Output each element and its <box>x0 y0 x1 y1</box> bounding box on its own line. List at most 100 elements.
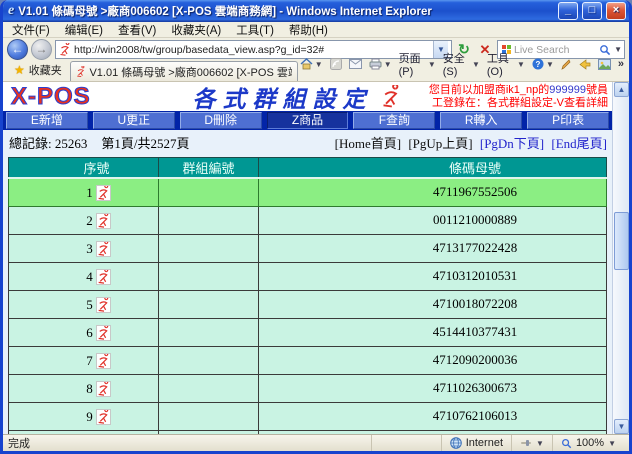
pgdn-link[interactable]: [PgDn下頁] <box>480 136 544 151</box>
maximize-button[interactable]: □ <box>582 2 602 20</box>
table-row-partial <box>9 430 607 434</box>
status-spacer-panel <box>371 435 441 451</box>
table-row: 3 4713177022428 <box>9 234 607 262</box>
edit-button[interactable] <box>561 59 572 70</box>
send-button[interactable] <box>579 59 591 70</box>
zone-label: Internet <box>466 437 503 449</box>
barcode-cell: 4710762106013 <box>259 402 607 430</box>
close-button[interactable]: × <box>606 2 626 20</box>
row-edit-icon[interactable] <box>96 241 111 257</box>
row-edit-icon[interactable] <box>96 213 111 229</box>
row-edit-icon[interactable] <box>96 325 111 341</box>
barcode-table: 序號 群組編號 條碼母號 1 4711967552506 2 001121000… <box>8 157 607 434</box>
nav-product-button[interactable]: Z商品 <box>267 112 349 129</box>
menu-help[interactable]: 帮助(H) <box>289 22 328 38</box>
tab-command-bar: ★ 收藏夹 V1.01 條碼母號 >廠商006602 [X-POS 雲端商...… <box>3 61 629 82</box>
table-row: 4 4710312010531 <box>9 262 607 290</box>
page-menu[interactable]: 页面(P)▼ <box>399 50 436 78</box>
site-favicon <box>59 43 71 56</box>
scroll-down-arrow[interactable]: ▼ <box>614 419 629 434</box>
home-icon <box>300 58 313 70</box>
favorites-button[interactable]: ★ 收藏夹 <box>6 60 70 81</box>
mascot-icon <box>381 85 401 109</box>
barcode-cell: 4514410377431 <box>259 318 607 346</box>
mail-button[interactable] <box>349 59 362 69</box>
table-row: 6 4514410377431 <box>9 318 607 346</box>
nav-add-button[interactable]: E新增 <box>6 112 88 129</box>
browser-window: e V1.01 條碼母號 >廠商006602 [X-POS 雲端商務網] - W… <box>0 0 632 454</box>
barcode-cell: 4710312010531 <box>259 262 607 290</box>
print-icon <box>369 58 382 70</box>
protected-mode-panel[interactable]: ▼ <box>511 435 552 451</box>
feeds-button[interactable] <box>330 58 342 70</box>
barcode-cell: 4712090200036 <box>259 346 607 374</box>
function-nav-bar: E新增 U更正 D刪除 Z商品 F查詢 R轉入 P印表 <box>3 111 612 130</box>
tools-menu[interactable]: 工具(O)▼ <box>487 50 525 78</box>
safety-menu[interactable]: 安全(S)▼ <box>443 50 480 78</box>
header-seq: 序號 <box>9 158 159 179</box>
tab-favicon <box>76 66 86 78</box>
home-button[interactable]: ▼ <box>300 58 323 70</box>
minimize-button[interactable]: _ <box>558 2 578 20</box>
favorites-label: 收藏夹 <box>29 62 62 78</box>
table-row: 8 4711026300673 <box>9 374 607 402</box>
table-header-row: 序號 群組編號 條碼母號 <box>9 158 607 179</box>
table-row: 2 0011210000889 <box>9 206 607 234</box>
favorites-star-icon: ★ <box>14 63 25 77</box>
scroll-up-arrow[interactable]: ▲ <box>614 82 629 97</box>
browser-viewport: X-POS 各式群組設定 您目前以加盟商ik1_np的999999號員工登錄在：… <box>3 82 629 434</box>
barcode-cell: 4713177022428 <box>259 234 607 262</box>
menu-file[interactable]: 文件(F) <box>12 22 50 38</box>
row-edit-icon[interactable] <box>96 409 111 425</box>
nav-query-button[interactable]: F查詢 <box>353 112 435 129</box>
command-bar: ▼ ▼ 页面(P)▼ <box>298 50 626 81</box>
end-page-link[interactable]: [End尾頁] <box>551 136 607 151</box>
record-info-line: 總記錄: 25263 第1頁/共2527頁 [Home首頁] [PgUp上頁] [… <box>3 130 612 154</box>
menu-view[interactable]: 查看(V) <box>118 22 156 38</box>
barcode-cell: 0011210000889 <box>259 206 607 234</box>
menu-bar: 文件(F) 编辑(E) 查看(V) 收藏夹(A) 工具(T) 帮助(H) <box>3 22 629 38</box>
login-info: 您目前以加盟商ik1_np的999999號員工登錄在：各式群組設定-V查看詳細 <box>422 84 608 110</box>
pencil-icon <box>561 59 572 70</box>
command-overflow-chevron[interactable]: » <box>618 58 624 70</box>
zoom-panel[interactable]: 100% ▼ <box>552 435 624 451</box>
forward-button[interactable]: → <box>31 39 52 60</box>
security-zone-panel: Internet <box>441 435 511 451</box>
employee-number: 999999 <box>549 84 586 96</box>
header-group: 群組編號 <box>159 158 259 179</box>
row-edit-icon[interactable] <box>96 353 111 369</box>
back-button[interactable]: ← <box>7 39 28 60</box>
row-edit-icon[interactable] <box>96 381 111 397</box>
menu-tools[interactable]: 工具(T) <box>236 22 274 38</box>
protected-mode-dropdown-icon[interactable]: ▼ <box>536 439 544 448</box>
menu-edit[interactable]: 编辑(E) <box>65 22 103 38</box>
menu-favorites[interactable]: 收藏夹(A) <box>171 22 221 38</box>
pgup-link[interactable]: [PgUp上頁] <box>408 136 472 151</box>
help-button[interactable]: ? ▼ <box>532 58 554 70</box>
nav-import-button[interactable]: R轉入 <box>440 112 522 129</box>
nav-delete-button[interactable]: D刪除 <box>180 112 262 129</box>
row-edit-icon[interactable] <box>96 185 111 201</box>
page-position: 第1頁/共2527頁 <box>101 136 189 151</box>
barcode-cell: 4710018072208 <box>259 290 607 318</box>
vertical-scrollbar[interactable]: ▲ ▼ <box>612 82 629 434</box>
picture-icon <box>598 59 611 70</box>
scroll-thumb[interactable] <box>614 212 629 270</box>
row-edit-icon[interactable] <box>96 297 111 313</box>
home-page-link[interactable]: [Home首頁] <box>335 136 401 151</box>
zoom-dropdown-icon[interactable]: ▼ <box>608 439 616 448</box>
print-button[interactable]: ▼ <box>369 58 392 70</box>
status-bar: 完成 Internet ▼ 100% ▼ <box>3 434 629 451</box>
picture-button[interactable] <box>598 59 611 70</box>
table-row: 7 4712090200036 <box>9 346 607 374</box>
browser-tab[interactable]: V1.01 條碼母號 >廠商006602 [X-POS 雲端商... <box>70 61 298 81</box>
nav-update-button[interactable]: U更正 <box>93 112 175 129</box>
table-row: 5 4710018072208 <box>9 290 607 318</box>
nav-print-button[interactable]: P印表 <box>527 112 609 129</box>
header-barcode: 條碼母號 <box>259 158 607 179</box>
xpos-logo: X-POS <box>11 83 171 111</box>
help-icon: ? <box>532 58 544 70</box>
row-edit-icon[interactable] <box>96 269 111 285</box>
page-content: X-POS 各式群組設定 您目前以加盟商ik1_np的999999號員工登錄在：… <box>3 82 612 434</box>
total-records: 總記錄: 25263 <box>9 136 87 151</box>
